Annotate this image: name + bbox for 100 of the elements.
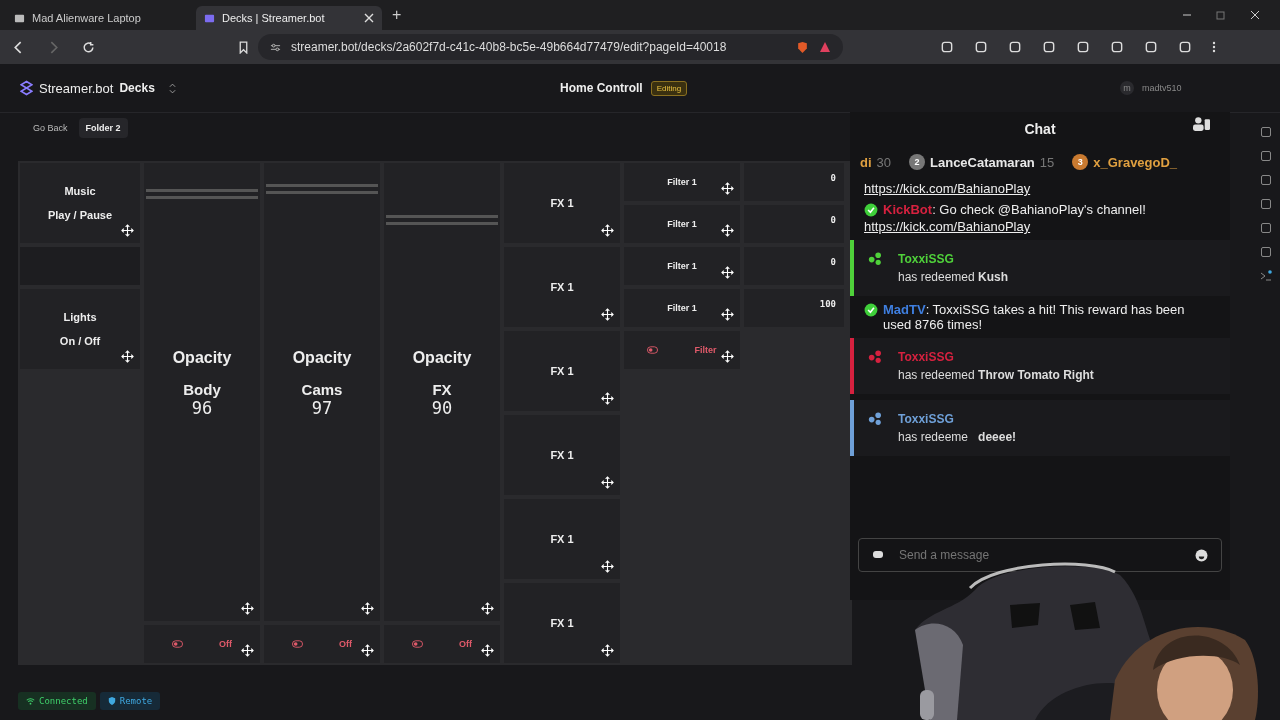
reload-icon[interactable] (82, 40, 95, 54)
move-icon[interactable] (601, 644, 614, 657)
deck-button[interactable]: Lights On / Off (20, 289, 140, 369)
extension-icon[interactable] (940, 40, 954, 54)
triangle-icon[interactable] (819, 41, 831, 53)
chat-link[interactable]: https://kick.com/BahianoPlay (864, 219, 1216, 234)
deck-button[interactable]: FX 1 (504, 163, 620, 243)
move-icon[interactable] (361, 644, 374, 657)
editing-badge: Editing (650, 80, 688, 96)
move-icon[interactable] (721, 350, 734, 363)
deck-button[interactable]: Filter 1 (624, 205, 740, 243)
move-icon[interactable] (601, 224, 614, 237)
status-badge: Connected (18, 692, 96, 710)
move-icon[interactable] (721, 266, 734, 279)
close-icon[interactable] (1250, 10, 1260, 20)
extension-icon[interactable] (1076, 40, 1090, 54)
go-back-button[interactable]: Go Back (26, 118, 75, 138)
extension-icon[interactable] (1178, 40, 1192, 54)
site-settings-icon[interactable] (270, 41, 281, 53)
emoji-icon[interactable] (1195, 549, 1208, 562)
sidebar-icon[interactable] (1260, 246, 1272, 258)
sort-icon[interactable] (168, 82, 176, 94)
move-icon[interactable] (481, 644, 494, 657)
leader-name: di (860, 154, 872, 170)
deck-button[interactable]: FX 1 (504, 499, 620, 579)
address-field[interactable]: streamer.bot/decks/2a602f7d-c41c-40b8-bc5e-49b664d77479/edit?pageId=40018 (258, 34, 843, 60)
value-display: 0 (744, 163, 844, 201)
leader-count: 15 (1039, 154, 1055, 170)
move-icon[interactable] (601, 392, 614, 405)
slider[interactable]: Opacity Cams 97 (264, 163, 380, 621)
move-icon[interactable] (361, 602, 374, 615)
move-icon[interactable] (721, 308, 734, 321)
move-icon[interactable] (241, 602, 254, 615)
logo-icon (20, 80, 33, 96)
terminal-icon[interactable] (1260, 270, 1272, 282)
user-name: ToxxiSSG (898, 412, 955, 426)
chat-message: MadTV: ToxxiSSG takes a hit! This reward has been used 8766 times! (883, 302, 1186, 332)
deck-title: Home Controll (560, 81, 643, 95)
move-icon[interactable] (121, 350, 134, 363)
sidebar-icon[interactable] (1260, 222, 1272, 234)
deck-button[interactable]: Filter 1 (624, 289, 740, 327)
deck-button[interactable]: FX 1 (504, 415, 620, 495)
user-name[interactable]: madtv510 (1142, 83, 1182, 93)
redeem-text: has redeeme (898, 430, 969, 444)
chat-link[interactable]: https://kick.com/BahianoPlay (864, 181, 1216, 196)
bookmark-icon[interactable] (237, 40, 250, 54)
rank-badge: 2 (909, 154, 926, 170)
message-field[interactable]: Send a message (858, 538, 1222, 572)
move-icon[interactable] (721, 182, 734, 195)
toggle-button[interactable]: Off (264, 625, 380, 663)
browser-tab[interactable]: Mad Alienware Laptop (6, 6, 192, 30)
close-icon[interactable] (364, 13, 374, 23)
slider-handle[interactable] (386, 215, 498, 225)
wifi-icon (26, 697, 35, 705)
extension-icon[interactable] (1008, 40, 1022, 54)
extension-icon[interactable] (974, 40, 988, 54)
move-icon[interactable] (481, 602, 494, 615)
toggle-icon (172, 640, 183, 648)
move-icon[interactable] (601, 560, 614, 573)
deck-button[interactable]: FX 1 (504, 331, 620, 411)
move-icon[interactable] (601, 476, 614, 489)
sidebar-icon[interactable] (1260, 150, 1272, 162)
deck-button[interactable]: Filter 1 (624, 163, 740, 201)
redeem-text: deeee! (978, 430, 1017, 444)
extension-icon[interactable] (1144, 40, 1158, 54)
redeem-text: has redeemed Kush (898, 270, 1009, 284)
slider[interactable]: Opacity FX 90 (384, 163, 500, 621)
move-icon[interactable] (241, 644, 254, 657)
new-tab-button[interactable]: + (386, 6, 408, 24)
brand-name: Streamer.bot (39, 80, 114, 96)
toggle-icon (647, 346, 659, 354)
browser-tab[interactable]: Decks | Streamer.bot (196, 6, 382, 30)
sidebar-icon[interactable] (1260, 174, 1272, 186)
toggle-button[interactable]: Filter (624, 331, 740, 369)
move-icon[interactable] (601, 308, 614, 321)
sidebar-icon[interactable] (1260, 198, 1272, 210)
leader-name: LanceCatamaran (930, 154, 1035, 170)
slider-handle[interactable] (146, 188, 258, 199)
value-display: 0 (744, 247, 844, 285)
toggle-button[interactable]: Off (384, 625, 500, 663)
folder-button[interactable]: Folder 2 (78, 118, 128, 138)
leader-count: 30 (876, 154, 892, 170)
extension-icon[interactable] (1042, 40, 1056, 54)
chat-title: Chat (1024, 121, 1056, 137)
move-icon[interactable] (721, 224, 734, 237)
deck-button[interactable]: FX 1 (504, 583, 620, 663)
restore-icon[interactable] (1216, 10, 1226, 20)
extension-icon[interactable] (1110, 40, 1124, 54)
users-icon[interactable] (1193, 116, 1210, 131)
slider[interactable]: Opacity Body 96 (144, 163, 260, 621)
toggle-button[interactable]: Off (144, 625, 260, 663)
deck-button[interactable]: FX 1 (504, 247, 620, 327)
menu-icon[interactable] (1212, 40, 1216, 54)
deck-button[interactable]: Filter 1 (624, 247, 740, 285)
avatar[interactable]: m (1120, 81, 1134, 95)
slider-handle[interactable] (266, 184, 378, 195)
value-display: 0 (744, 205, 844, 243)
move-icon[interactable] (121, 224, 134, 237)
deck-button[interactable]: Music Play / Pause (20, 163, 140, 243)
sidebar-icon[interactable] (1260, 126, 1272, 138)
